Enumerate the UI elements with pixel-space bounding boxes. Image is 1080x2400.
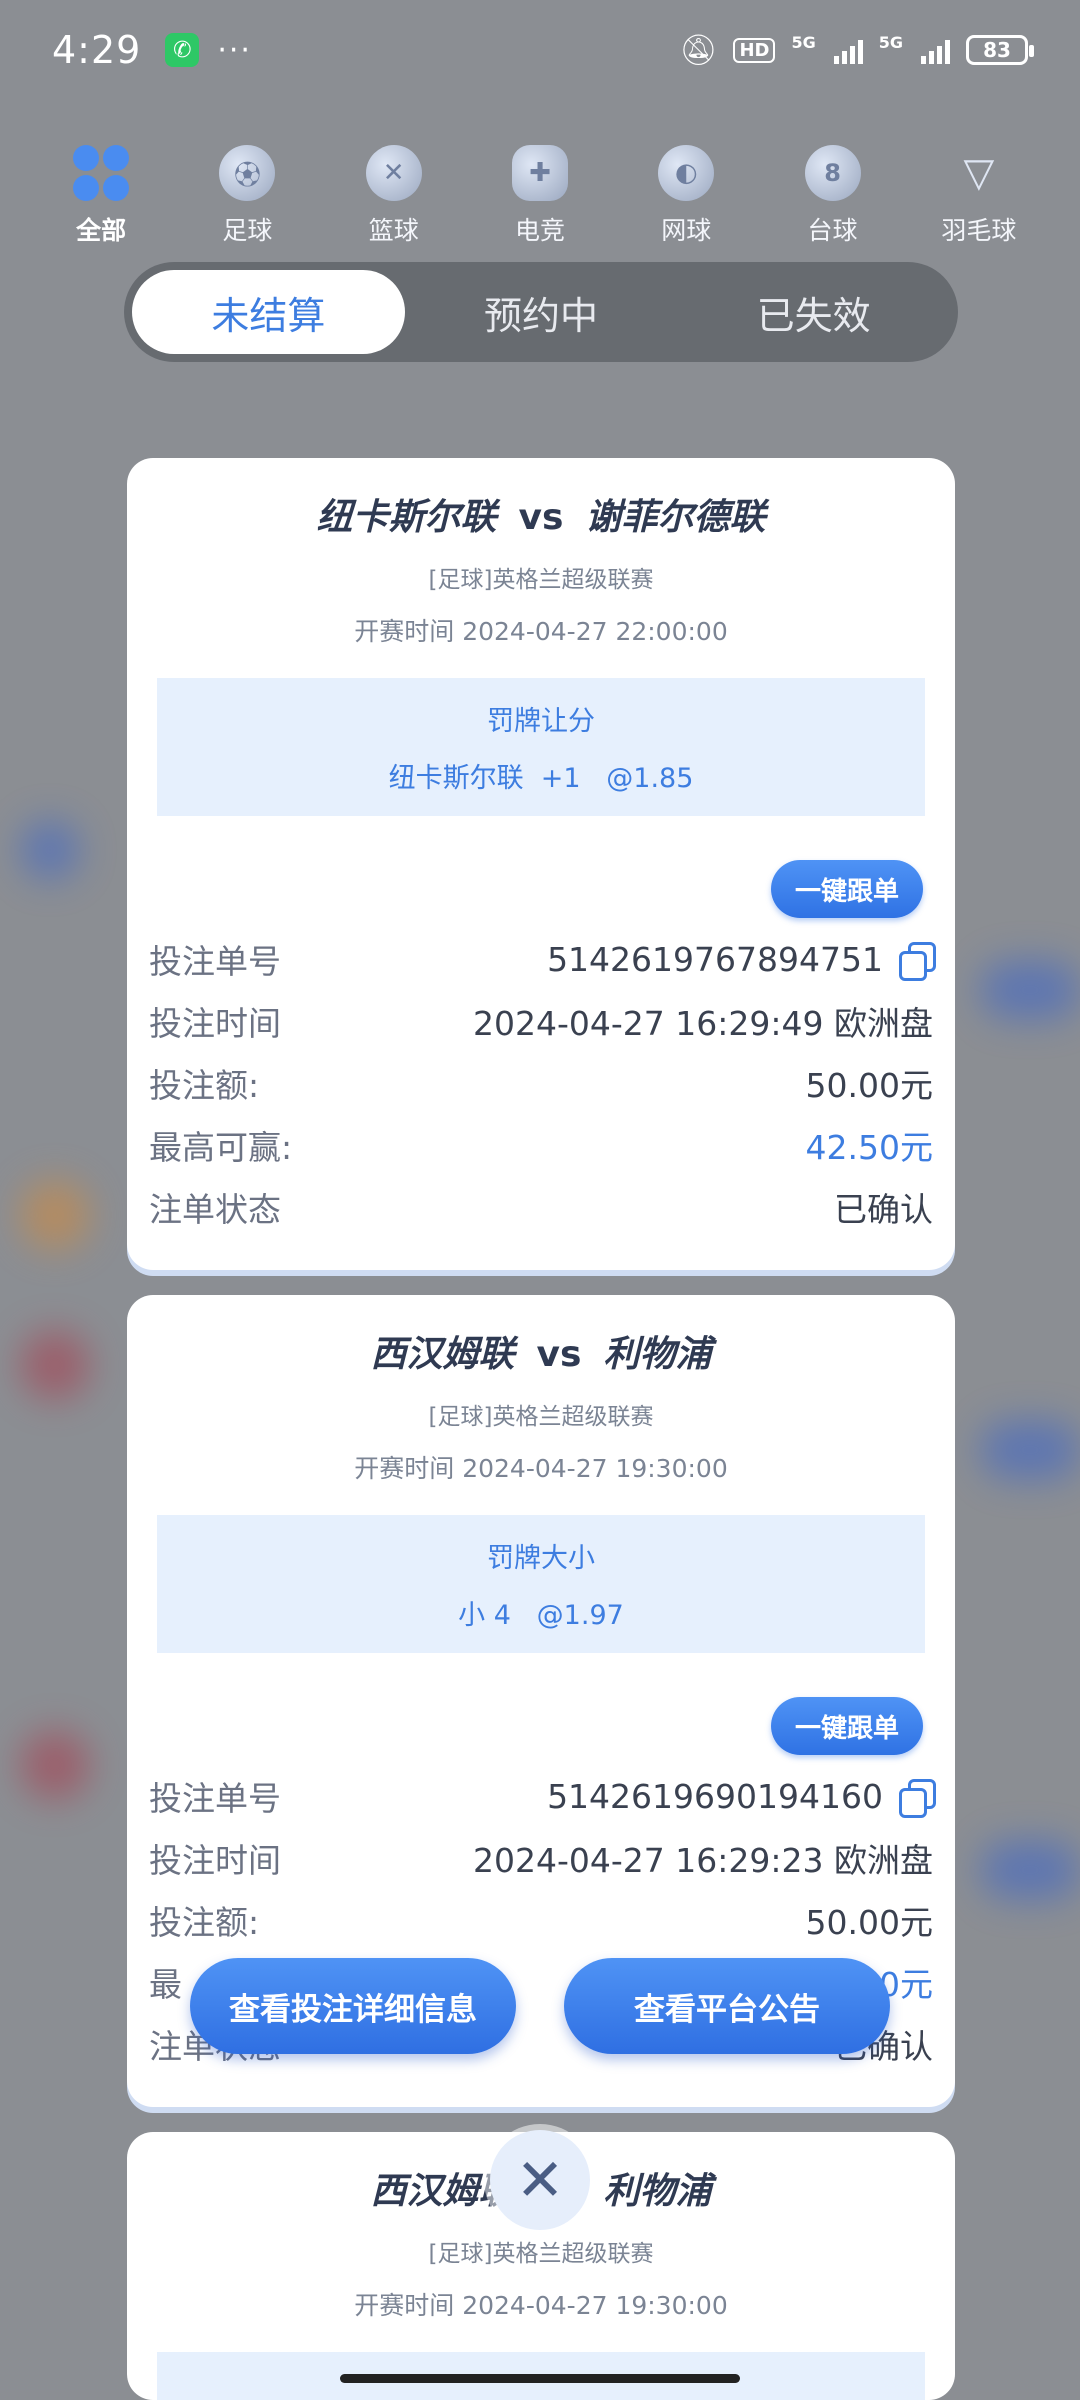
category-esports[interactable]: ✚ 电竞 — [480, 145, 600, 255]
clock: 4:29 — [52, 28, 142, 72]
follow-bet-button[interactable]: 一键跟单 — [770, 1697, 923, 1755]
esports-icon: ✚ — [511, 145, 568, 201]
basketball-icon: ✕ — [365, 145, 422, 201]
home-team: 纽卡斯尔联 — [316, 497, 497, 538]
detail-key: 最高可赢: — [149, 1128, 293, 1167]
detail-row-status: 注单状态 已确认 — [149, 1176, 933, 1238]
category-label: 台球 — [807, 216, 858, 245]
detail-key: 最 — [149, 1965, 182, 2004]
category-label: 足球 — [222, 216, 273, 245]
kickoff-time: 开赛时间 2024-04-27 19:30:00 — [354, 1454, 728, 1483]
detail-row-order-id: 投注单号 5142619767894751 — [149, 928, 936, 990]
detail-row-stake: 投注额: 50.00元 — [149, 1052, 933, 1114]
detail-row-bet-time: 投注时间 2024-04-27 16:29:49 欧洲盘 — [149, 990, 933, 1052]
football-icon: ⚽︎ — [219, 145, 276, 201]
network-type-1: 5G — [791, 32, 816, 52]
battery-icon: 83 — [966, 35, 1034, 65]
bet-time-value: 2024-04-27 16:29:23 欧洲盘 — [473, 1841, 933, 1880]
kickoff-time: 开赛时间 2024-04-27 22:00:00 — [354, 617, 728, 646]
category-basketball[interactable]: ✕ 篮球 — [334, 145, 454, 255]
match-title: 纽卡斯尔联 vs 谢菲尔德联 — [127, 488, 955, 540]
kickoff-time: 开赛时间 2024-04-27 19:30:00 — [354, 2291, 728, 2320]
match-title: 西汉姆联 vs 利物浦 — [127, 1325, 955, 1377]
status-bar: 4:29 ✆ ··· 🔕︎ HD 5G 5G 83 — [0, 0, 1080, 100]
bet-type: 罚牌让分 — [487, 706, 595, 737]
category-football[interactable]: ⚽︎ 足球 — [187, 145, 307, 255]
bet-type: 罚牌大小 — [487, 1543, 595, 1574]
detail-key: 投注单号 — [149, 942, 281, 981]
category-tennis[interactable]: ◐ 网球 — [626, 145, 746, 255]
vs-label: vs — [536, 1334, 582, 1375]
follow-bet-button[interactable]: 一键跟单 — [770, 860, 923, 918]
bet-pick: 小 4 @1.97 — [458, 1600, 624, 1631]
category-badminton[interactable]: ▽ 羽毛球 — [919, 145, 1039, 255]
bet-pick: 纽卡斯尔联 +1 @1.85 — [388, 763, 694, 794]
phone-icon: ✆ — [165, 33, 200, 67]
status-value: 已确认 — [834, 1190, 933, 1229]
copy-icon[interactable] — [899, 1779, 936, 1818]
league-name: [足球]英格兰超级联赛 — [428, 567, 654, 593]
close-icon[interactable]: ✕ — [490, 2130, 590, 2230]
detail-key: 投注时间 — [149, 1004, 281, 1043]
category-label: 电竞 — [514, 216, 565, 245]
view-platform-notice-button[interactable]: 查看平台公告 — [564, 1958, 890, 2054]
category-label: 篮球 — [368, 216, 419, 245]
detail-row-order-id: 投注单号 5142619690194160 — [149, 1765, 936, 1827]
category-label: 羽毛球 — [941, 216, 1017, 245]
stake-value: 50.00元 — [805, 1903, 933, 1942]
signal-icon-2 — [921, 36, 950, 64]
bet-selection-box: 罚牌让分 纽卡斯尔联 +1 @1.85 — [157, 678, 925, 816]
detail-key: 投注单号 — [149, 1779, 281, 1818]
detail-row-bet-time: 投注时间 2024-04-27 16:29:23 欧洲盘 — [149, 1827, 933, 1889]
hd-voice-icon: HD — [733, 37, 776, 63]
sport-category-bar: 全部 ⚽︎ 足球 ✕ 篮球 ✚ 电竞 ◐ 网球 8 台球 ▽ 羽毛球 — [0, 145, 1080, 255]
view-bet-details-button[interactable]: 查看投注详细信息 — [190, 1958, 516, 2054]
mute-bell-icon: 🔕︎ — [679, 32, 718, 68]
tennis-icon: ◐ — [658, 145, 715, 201]
away-team: 利物浦 — [603, 1334, 712, 1375]
away-team: 谢菲尔德联 — [585, 497, 766, 538]
league-name: [足球]英格兰超级联赛 — [428, 2241, 654, 2267]
detail-key: 投注额: — [149, 1066, 260, 1105]
detail-key: 投注时间 — [149, 1841, 281, 1880]
bet-time-value: 2024-04-27 16:29:49 欧洲盘 — [473, 1004, 933, 1043]
order-id-value: 5142619690194160 — [547, 1776, 883, 1816]
away-team: 利物浦 — [603, 2171, 712, 2212]
category-label: 全部 — [76, 216, 127, 245]
stake-value: 50.00元 — [805, 1066, 933, 1105]
status-tabs: 未结算 预约中 已失效 — [124, 262, 958, 362]
tab-reserved[interactable]: 预约中 — [405, 270, 678, 354]
category-billiards[interactable]: 8 台球 — [773, 145, 893, 255]
order-id-value: 5142619767894751 — [547, 939, 883, 979]
tab-unsettled[interactable]: 未结算 — [132, 270, 405, 354]
max-win-value: 42.50元 — [805, 1128, 933, 1167]
more-notifications-icon: ··· — [217, 32, 252, 68]
all-grid-icon — [73, 145, 130, 201]
bet-selection-box: 罚牌大小 小 4 @1.97 — [157, 1515, 925, 1653]
copy-icon[interactable] — [899, 942, 936, 981]
home-indicator[interactable] — [340, 2374, 740, 2383]
category-label: 网球 — [661, 216, 712, 245]
detail-key: 投注额: — [149, 1903, 260, 1942]
detail-row-stake: 投注额: 50.00元 — [149, 1889, 933, 1951]
detail-row-max-win: 最高可赢: 42.50元 — [149, 1114, 933, 1176]
home-team: 西汉姆联 — [370, 1334, 515, 1375]
signal-icon-1 — [833, 36, 863, 64]
category-all[interactable]: 全部 — [41, 145, 161, 255]
badminton-icon: ▽ — [963, 150, 995, 196]
vs-label: vs — [518, 497, 564, 538]
bet-details: 投注单号 5142619767894751 投注时间 2024-04-27 16… — [127, 918, 955, 1238]
network-type-2: 5G — [878, 32, 903, 52]
detail-key: 注单状态 — [149, 1190, 281, 1229]
bet-card: 纽卡斯尔联 vs 谢菲尔德联 [足球]英格兰超级联赛 开赛时间 2024-04-27… — [127, 458, 955, 1270]
league-name: [足球]英格兰超级联赛 — [428, 1404, 654, 1430]
billiards-icon: 8 — [804, 145, 861, 201]
tab-expired[interactable]: 已失效 — [677, 270, 950, 354]
